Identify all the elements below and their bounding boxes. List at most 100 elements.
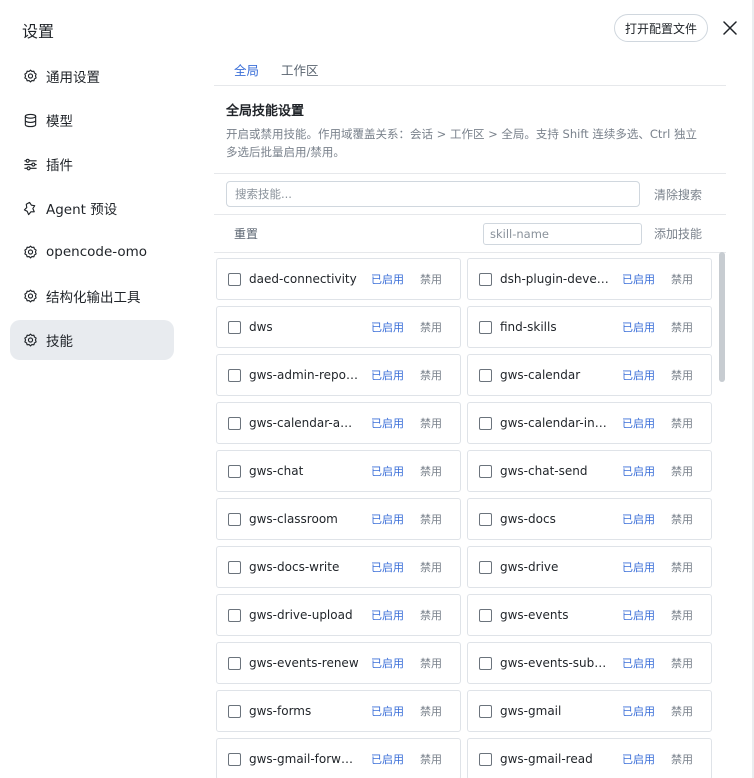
- skill-card[interactable]: gws-calendar-age... 已启用 禁用: [216, 402, 461, 444]
- skill-checkbox[interactable]: [228, 320, 241, 334]
- search-input[interactable]: [226, 181, 640, 207]
- disable-button[interactable]: 禁用: [420, 511, 442, 527]
- disable-button[interactable]: 禁用: [420, 271, 442, 287]
- skill-checkbox[interactable]: [479, 512, 492, 526]
- disable-button[interactable]: 禁用: [671, 271, 693, 287]
- enable-button[interactable]: 已启用: [622, 703, 655, 719]
- sidebar-item-model[interactable]: 模型: [10, 100, 174, 140]
- disable-button[interactable]: 禁用: [420, 655, 442, 671]
- disable-button[interactable]: 禁用: [671, 559, 693, 575]
- disable-button[interactable]: 禁用: [420, 559, 442, 575]
- disable-button[interactable]: 禁用: [671, 319, 693, 335]
- enable-button[interactable]: 已启用: [371, 703, 404, 719]
- enable-button[interactable]: 已启用: [622, 655, 655, 671]
- enable-button[interactable]: 已启用: [371, 415, 404, 431]
- skill-checkbox[interactable]: [479, 752, 492, 766]
- skill-checkbox[interactable]: [228, 560, 241, 574]
- skill-card[interactable]: gws-chat 已启用 禁用: [216, 450, 461, 492]
- disable-button[interactable]: 禁用: [671, 415, 693, 431]
- disable-button[interactable]: 禁用: [671, 511, 693, 527]
- disable-button[interactable]: 禁用: [420, 463, 442, 479]
- skill-checkbox[interactable]: [479, 464, 492, 478]
- skill-card[interactable]: dsh-plugin-develo... 已启用 禁用: [467, 258, 712, 300]
- enable-button[interactable]: 已启用: [371, 655, 404, 671]
- skill-checkbox[interactable]: [479, 560, 492, 574]
- skill-checkbox[interactable]: [228, 464, 241, 478]
- enable-button[interactable]: 已启用: [622, 319, 655, 335]
- skill-checkbox[interactable]: [479, 704, 492, 718]
- skill-checkbox[interactable]: [228, 704, 241, 718]
- disable-button[interactable]: 禁用: [420, 319, 442, 335]
- enable-button[interactable]: 已启用: [371, 607, 404, 623]
- enable-button[interactable]: 已启用: [622, 415, 655, 431]
- sidebar-item-opencode-omo[interactable]: opencode-omo: [10, 232, 174, 272]
- skill-checkbox[interactable]: [479, 656, 492, 670]
- skill-checkbox[interactable]: [228, 416, 241, 430]
- enable-button[interactable]: 已启用: [622, 511, 655, 527]
- enable-button[interactable]: 已启用: [622, 607, 655, 623]
- disable-button[interactable]: 禁用: [420, 751, 442, 767]
- skill-card[interactable]: gws-docs-write 已启用 禁用: [216, 546, 461, 588]
- skill-checkbox[interactable]: [228, 512, 241, 526]
- enable-button[interactable]: 已启用: [371, 511, 404, 527]
- close-icon[interactable]: [720, 18, 740, 38]
- tab-global[interactable]: 全局: [234, 52, 259, 85]
- sidebar-item-plugins[interactable]: 插件: [10, 144, 174, 184]
- enable-button[interactable]: 已启用: [371, 463, 404, 479]
- disable-button[interactable]: 禁用: [420, 415, 442, 431]
- clear-search-button[interactable]: 清除搜索: [654, 186, 702, 203]
- enable-button[interactable]: 已启用: [371, 559, 404, 575]
- skill-checkbox[interactable]: [479, 368, 492, 382]
- skill-checkbox[interactable]: [228, 752, 241, 766]
- sidebar-item-general[interactable]: 通用设置: [10, 56, 174, 96]
- skill-card[interactable]: gws-drive-upload 已启用 禁用: [216, 594, 461, 636]
- disable-button[interactable]: 禁用: [671, 751, 693, 767]
- skill-card[interactable]: gws-calendar-insert 已启用 禁用: [467, 402, 712, 444]
- enable-button[interactable]: 已启用: [371, 271, 404, 287]
- disable-button[interactable]: 禁用: [420, 607, 442, 623]
- skill-card[interactable]: gws-events-subscr... 已启用禁用: [467, 642, 712, 684]
- enable-button[interactable]: 已启用: [622, 751, 655, 767]
- skill-checkbox[interactable]: [228, 656, 241, 670]
- skill-card[interactable]: gws-docs 已启用 禁用: [467, 498, 712, 540]
- enable-button[interactable]: 已启用: [622, 463, 655, 479]
- skill-card[interactable]: gws-events 已启用 禁用: [467, 594, 712, 636]
- skill-card[interactable]: gws-drive 已启用 禁用: [467, 546, 712, 588]
- disable-button[interactable]: 禁用: [671, 463, 693, 479]
- enable-button[interactable]: 已启用: [371, 367, 404, 383]
- sidebar-item-skills[interactable]: 技能: [10, 320, 174, 360]
- skill-card[interactable]: gws-calendar 已启用 禁用: [467, 354, 712, 396]
- skill-checkbox[interactable]: [479, 608, 492, 622]
- enable-button[interactable]: 已启用: [371, 319, 404, 335]
- skill-checkbox[interactable]: [228, 368, 241, 382]
- sidebar-item-agent-preset[interactable]: Agent 预设: [10, 188, 174, 228]
- skill-card[interactable]: gws-admin-reports 已启用 禁用: [216, 354, 461, 396]
- enable-button[interactable]: 已启用: [371, 751, 404, 767]
- tab-workspace[interactable]: 工作区: [281, 52, 319, 85]
- disable-button[interactable]: 禁用: [671, 655, 693, 671]
- skill-checkbox[interactable]: [228, 272, 241, 286]
- disable-button[interactable]: 禁用: [671, 367, 693, 383]
- disable-button[interactable]: 禁用: [671, 703, 693, 719]
- enable-button[interactable]: 已启用: [622, 367, 655, 383]
- skill-name-input[interactable]: [483, 222, 642, 245]
- skill-card[interactable]: dws 已启用 禁用: [216, 306, 461, 348]
- skill-checkbox[interactable]: [228, 608, 241, 622]
- enable-button[interactable]: 已启用: [622, 271, 655, 287]
- skill-card[interactable]: gws-chat-send 已启用 禁用: [467, 450, 712, 492]
- disable-button[interactable]: 禁用: [420, 703, 442, 719]
- skill-checkbox[interactable]: [479, 272, 492, 286]
- disable-button[interactable]: 禁用: [671, 607, 693, 623]
- enable-button[interactable]: 已启用: [622, 559, 655, 575]
- skill-card[interactable]: gws-gmail 已启用 禁用: [467, 690, 712, 732]
- open-config-button[interactable]: 打开配置文件: [614, 14, 708, 42]
- add-skill-button[interactable]: 添加技能: [654, 225, 702, 242]
- disable-button[interactable]: 禁用: [420, 367, 442, 383]
- skill-card[interactable]: gws-gmail-forward 已启用 禁用: [216, 738, 461, 778]
- skill-card[interactable]: daed-connectivity 已启用 禁用: [216, 258, 461, 300]
- skill-checkbox[interactable]: [479, 416, 492, 430]
- skill-card[interactable]: gws-forms 已启用 禁用: [216, 690, 461, 732]
- sidebar-item-structured-output[interactable]: 结构化输出工具: [10, 276, 174, 316]
- skill-card[interactable]: gws-classroom 已启用 禁用: [216, 498, 461, 540]
- reset-button[interactable]: 重置: [234, 225, 483, 242]
